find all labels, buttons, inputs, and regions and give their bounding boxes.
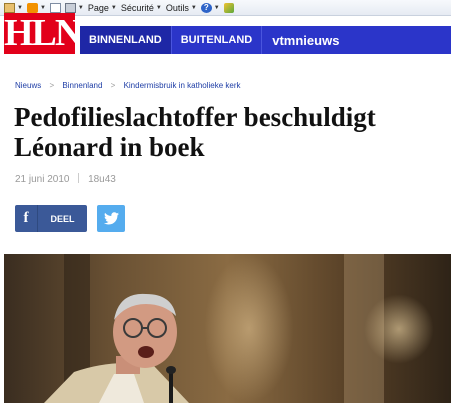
twitter-share-button[interactable] (97, 205, 125, 232)
help-icon[interactable]: ? (200, 2, 212, 13)
chevron-down-icon[interactable]: ▼ (214, 5, 220, 11)
photo-figure (44, 293, 189, 403)
facebook-icon: f (23, 210, 29, 226)
extension-icon[interactable] (223, 2, 234, 13)
mail-icon[interactable] (49, 2, 61, 13)
twitter-bird-icon (103, 212, 119, 225)
nav-item-binnenland[interactable]: BINNENLAND (80, 26, 171, 54)
nav-item-buitenland[interactable]: BUITENLAND (172, 26, 262, 54)
chevron-down-icon[interactable]: ▼ (156, 5, 162, 11)
security-menu[interactable]: Sécurité (121, 3, 154, 13)
article-photo[interactable] (4, 254, 451, 403)
chevron-down-icon[interactable]: ▼ (191, 5, 197, 11)
tools-menu[interactable]: Outils (166, 3, 189, 13)
breadcrumb-separator: > (110, 81, 116, 90)
chevron-down-icon[interactable]: ▼ (111, 5, 117, 11)
facebook-share-button[interactable]: f DEEL (15, 205, 87, 232)
article-title: Pedofilieslachtoffer beschuldigt Léonard… (14, 102, 376, 162)
main-nav: BINNENLAND BUITENLAND vtmnieuws (80, 26, 451, 54)
article-date: 21 juni 2010 (15, 174, 70, 185)
chevron-down-icon[interactable]: ▼ (17, 5, 23, 11)
print-icon[interactable] (64, 2, 76, 13)
chevron-down-icon[interactable]: ▼ (40, 5, 46, 11)
nav-item-vtmnieuws[interactable]: vtmnieuws (262, 33, 339, 48)
site-logo[interactable]: HLN (4, 13, 82, 54)
home-icon[interactable] (4, 2, 15, 13)
breadcrumb-item-nieuws[interactable]: Nieuws (15, 81, 41, 90)
article-meta: 21 juni 2010 18u43 (15, 173, 116, 185)
article-time: 18u43 (88, 174, 116, 185)
rss-icon[interactable] (26, 2, 38, 13)
facebook-share-label: DEEL (50, 213, 75, 224)
page-menu[interactable]: Page (88, 3, 109, 13)
breadcrumb: Nieuws > Binnenland > Kindermisbruik in … (15, 81, 241, 90)
chevron-down-icon[interactable]: ▼ (78, 5, 84, 11)
breadcrumb-item-binnenland[interactable]: Binnenland (62, 81, 102, 90)
meta-divider (78, 173, 80, 183)
breadcrumb-item-topic[interactable]: Kindermisbruik in katholieke kerk (124, 81, 241, 90)
breadcrumb-separator: > (49, 81, 55, 90)
